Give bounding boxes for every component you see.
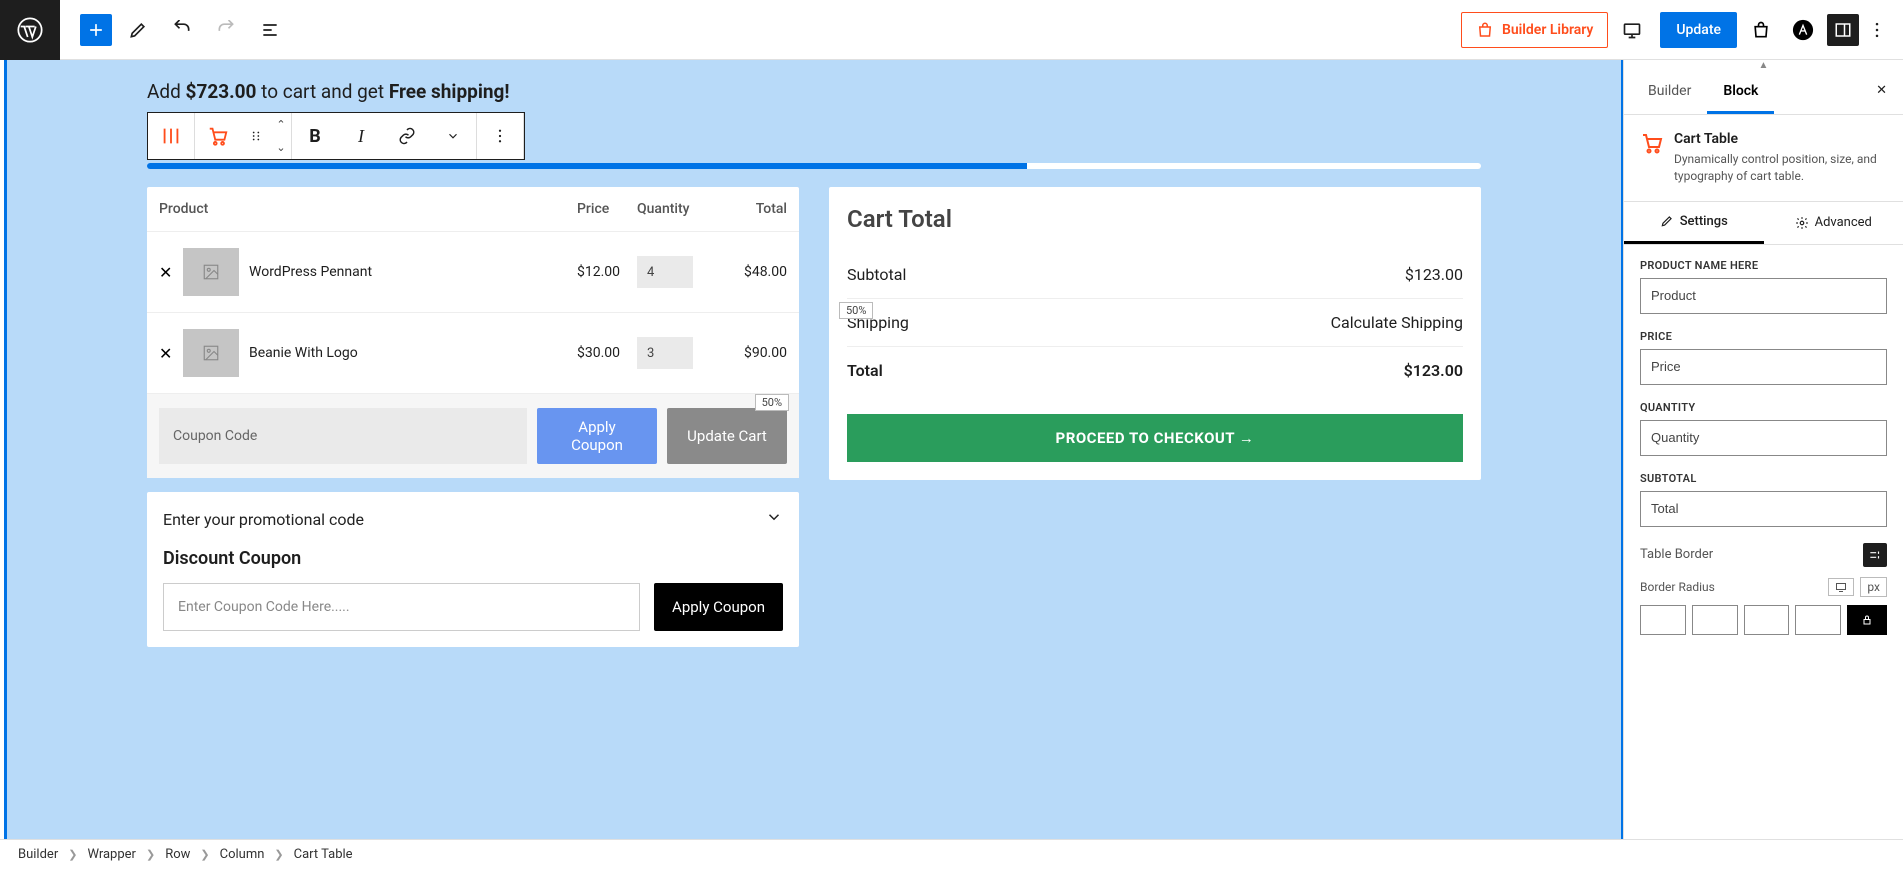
sidebar-toggle-icon[interactable]	[1827, 14, 1859, 46]
cart-table: Product Price Quantity Total ✕ WordPress…	[147, 187, 799, 478]
edit-icon[interactable]	[120, 12, 156, 48]
unit-px[interactable]: px	[1860, 577, 1887, 597]
bold-button[interactable]: B	[292, 113, 338, 159]
scroll-up-icon[interactable]: ▲	[1624, 60, 1903, 71]
total-label: Total	[847, 361, 883, 380]
apply-coupon-button[interactable]: ApplyCoupon	[537, 408, 657, 464]
header-product: Product	[159, 201, 577, 217]
remove-item-button[interactable]: ✕	[159, 263, 183, 282]
quantity-input-field[interactable]	[1640, 420, 1887, 456]
update-button[interactable]: Update	[1660, 12, 1737, 48]
shipping-percent-badge: 50%	[839, 302, 873, 319]
border-radius-label: Border Radius	[1640, 580, 1715, 594]
cart-block-icon[interactable]	[195, 113, 241, 159]
add-block-button[interactable]	[80, 14, 112, 46]
settings-gear-icon[interactable]	[1863, 543, 1887, 567]
builder-library-label: Builder Library	[1502, 22, 1593, 38]
table-row: ✕ Beanie With Logo $30.00 3 $90.00	[147, 313, 799, 394]
table-row: ✕ WordPress Pennant $12.00 4 $48.00	[147, 232, 799, 313]
price-field-label: PRICE	[1640, 330, 1887, 343]
breadcrumb-item[interactable]: Wrapper	[87, 847, 136, 862]
circle-a-icon[interactable]	[1785, 12, 1821, 48]
product-price: $30.00	[577, 345, 637, 361]
dropdown-button[interactable]	[430, 113, 476, 159]
inspector-sidebar: ▲ Builder Block ✕ Cart Table Dynamically…	[1623, 60, 1903, 839]
radius-input[interactable]	[1640, 605, 1686, 635]
product-thumb	[183, 248, 239, 296]
header-quantity: Quantity	[637, 201, 727, 217]
top-toolbar: Builder Library Update	[0, 0, 1903, 60]
coupon-code-input[interactable]: Coupon Code	[159, 408, 527, 464]
block-more-icon[interactable]	[477, 113, 523, 159]
wordpress-logo[interactable]	[0, 0, 60, 60]
lock-icon[interactable]	[1847, 605, 1887, 635]
redo-button[interactable]	[208, 12, 244, 48]
shipping-progress-bar	[147, 163, 1481, 169]
bag-icon[interactable]	[1743, 12, 1779, 48]
desktop-view-icon[interactable]	[1614, 12, 1650, 48]
radius-input[interactable]	[1692, 605, 1738, 635]
proceed-checkout-button[interactable]: PROCEED TO CHECKOUT →	[847, 414, 1463, 462]
total-value: $123.00	[1404, 361, 1463, 380]
subtotal-label: Subtotal	[847, 265, 906, 284]
row-subtotal: $48.00	[727, 264, 787, 280]
header-price: Price	[577, 201, 637, 217]
advanced-subtab[interactable]: Advanced	[1764, 202, 1903, 244]
remove-item-button[interactable]: ✕	[159, 344, 183, 363]
promo-head-label: Enter your promotional code	[163, 510, 364, 529]
discount-coupon-label: Discount Coupon	[163, 548, 783, 569]
header-total: Total	[727, 201, 787, 217]
settings-subtab[interactable]: Settings	[1624, 202, 1764, 244]
cart-table-icon	[1640, 131, 1664, 185]
cart-total-title: Cart Total	[847, 205, 1463, 233]
quantity-field-label: QUANTITY	[1640, 401, 1887, 414]
percent-badge: 50%	[755, 394, 789, 411]
block-name: Cart Table	[1674, 131, 1887, 147]
radius-input[interactable]	[1795, 605, 1841, 635]
calculate-shipping-link[interactable]: Calculate Shipping	[1331, 313, 1463, 332]
product-name: Beanie With Logo	[249, 345, 577, 361]
list-view-icon[interactable]	[252, 12, 288, 48]
free-shipping-banner: Add $723.00 to cart and get Free shippin…	[147, 80, 1481, 103]
radius-input[interactable]	[1744, 605, 1790, 635]
builder-tab[interactable]: Builder	[1632, 71, 1707, 114]
breadcrumb-item[interactable]: Column	[220, 847, 265, 862]
chevron-down-icon[interactable]	[765, 508, 783, 530]
product-price: $12.00	[577, 264, 637, 280]
product-name-input[interactable]	[1640, 278, 1887, 314]
drag-handle-icon[interactable]	[241, 113, 271, 159]
responsive-icon[interactable]	[1828, 578, 1854, 596]
breadcrumb-item[interactable]: Builder	[18, 847, 58, 862]
undo-button[interactable]	[164, 12, 200, 48]
block-description: Dynamically control position, size, and …	[1674, 151, 1887, 185]
product-field-label: PRODUCT NAME HERE	[1640, 259, 1887, 272]
cart-total-card: Cart Total Subtotal $123.00 Shipping Cal…	[829, 187, 1481, 480]
quantity-input[interactable]: 3	[637, 337, 693, 369]
subtotal-field-label: SUBTOTAL	[1640, 472, 1887, 485]
quantity-input[interactable]: 4	[637, 256, 693, 288]
row-subtotal: $90.00	[727, 345, 787, 361]
breadcrumb: Builder❯ Wrapper❯ Row❯ Column❯ Cart Tabl…	[0, 839, 1903, 869]
more-menu-icon[interactable]	[1859, 12, 1895, 48]
breadcrumb-item[interactable]: Row	[165, 847, 190, 862]
price-input[interactable]	[1640, 349, 1887, 385]
close-sidebar-icon[interactable]: ✕	[1868, 71, 1895, 114]
block-toolbar: ⌃⌄ B I	[147, 112, 525, 160]
promo-code-card: Enter your promotional code Discount Cou…	[147, 492, 799, 647]
builder-library-button[interactable]: Builder Library	[1461, 12, 1608, 48]
link-button[interactable]	[384, 113, 430, 159]
italic-button[interactable]: I	[338, 113, 384, 159]
subtotal-value: $123.00	[1405, 265, 1463, 284]
move-arrows[interactable]: ⌃⌄	[271, 113, 291, 159]
block-tab[interactable]: Block	[1707, 71, 1774, 114]
table-border-label: Table Border	[1640, 547, 1713, 562]
update-cart-button[interactable]: Update Cart 50%	[667, 408, 787, 464]
product-name: WordPress Pennant	[249, 264, 577, 280]
apply-promo-button[interactable]: Apply Coupon	[654, 583, 783, 631]
columns-icon[interactable]	[148, 113, 194, 159]
subtotal-input[interactable]	[1640, 491, 1887, 527]
promo-code-input[interactable]: Enter Coupon Code Here.....	[163, 583, 640, 631]
product-thumb	[183, 329, 239, 377]
breadcrumb-item[interactable]: Cart Table	[294, 847, 353, 862]
